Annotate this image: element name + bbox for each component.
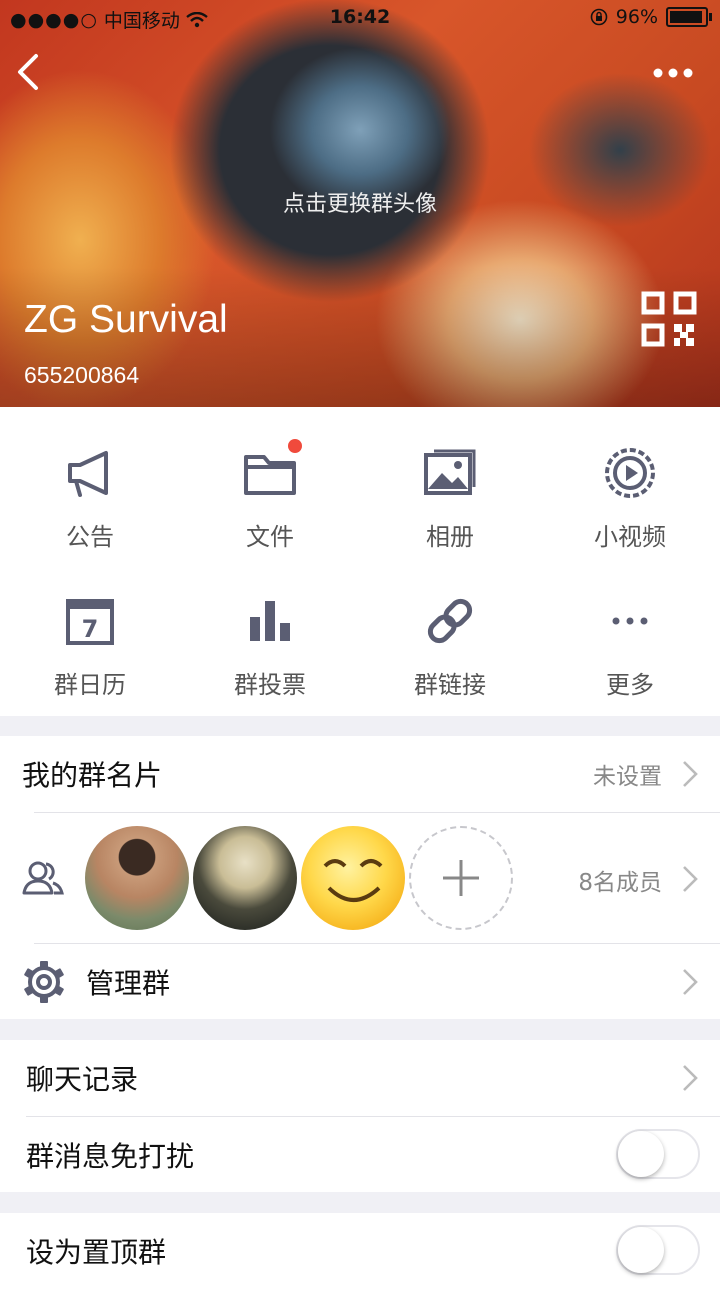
bar-chart-icon [250, 601, 290, 641]
my-card-label: 我的群名片 [22, 759, 163, 792]
battery-icon [666, 7, 712, 27]
megaphone-icon [68, 451, 108, 497]
gear-icon [24, 961, 64, 1003]
pin-label: 设为置顶群 [26, 1236, 167, 1269]
members-icon [22, 861, 64, 895]
announcement-button[interactable]: 公告 [0, 427, 180, 567]
my-card-value: 未设置 [593, 764, 662, 790]
announcement-label: 公告 [66, 523, 114, 551]
member-avatar[interactable] [301, 826, 405, 930]
folder-icon [244, 455, 296, 495]
member-avatar[interactable] [85, 826, 189, 930]
mute-row: 群消息免打扰 [0, 1117, 720, 1192]
pin-card: 设为置顶群 [0, 1213, 720, 1293]
short-video-label: 小视频 [594, 523, 666, 551]
rotation-lock-icon [590, 8, 608, 26]
chat-history-row[interactable]: 聊天记录 [0, 1040, 720, 1116]
calendar-label: 群日历 [54, 671, 126, 699]
change-avatar-hint[interactable]: 点击更换群头像 [0, 186, 720, 218]
link-icon [427, 598, 473, 644]
feature-grid: 公告 文件 相册 小视频 7 群日历 群投票 群链接 更多 [0, 407, 720, 716]
group-info-card: 我的群名片 未设置 8名成员 管理群 [0, 736, 720, 1019]
member-count: 8名成员 [578, 870, 662, 896]
group-id: 655200864 [24, 362, 140, 388]
chat-history-label: 聊天记录 [26, 1063, 139, 1096]
calendar-icon: 7 [66, 599, 114, 645]
album-button[interactable]: 相册 [360, 427, 540, 567]
files-icon-wrap [242, 439, 302, 501]
add-member-button[interactable] [409, 826, 513, 930]
vote-button[interactable]: 群投票 [180, 575, 360, 715]
toggle-knob [618, 1131, 664, 1177]
manage-group-label: 管理群 [86, 966, 171, 1000]
manage-group-row[interactable]: 管理群 [0, 944, 720, 1019]
mute-toggle[interactable] [616, 1129, 700, 1179]
mute-label: 群消息免打扰 [26, 1139, 195, 1173]
album-icon [424, 449, 476, 495]
chevron-right-icon [683, 1065, 698, 1091]
chevron-right-icon [683, 968, 698, 995]
more-features-label: 更多 [606, 671, 654, 699]
short-video-button[interactable]: 小视频 [540, 427, 720, 567]
calendar-day: 7 [82, 615, 99, 643]
group-link-button[interactable]: 群链接 [360, 575, 540, 715]
vote-label: 群投票 [234, 671, 306, 699]
group-name: ZG Survival [24, 298, 228, 341]
chat-settings-card: 聊天记录 群消息免打扰 [0, 1040, 720, 1192]
chevron-right-icon [683, 761, 698, 787]
toggle-knob [618, 1227, 664, 1273]
pin-toggle[interactable] [616, 1225, 700, 1275]
video-play-icon [605, 448, 655, 498]
battery-percent: 96% [615, 6, 658, 28]
member-avatar[interactable] [193, 826, 297, 930]
calendar-button[interactable]: 7 群日历 [0, 575, 180, 715]
chevron-right-icon [683, 866, 698, 892]
qr-code-button[interactable] [640, 290, 698, 348]
pin-row: 设为置顶群 [0, 1213, 720, 1289]
files-label: 文件 [246, 523, 294, 551]
group-avatar-banner[interactable]: ●●●●○ 中国移动 16:42 96% 点击更换群头像 ZG Survival… [0, 0, 720, 407]
back-button[interactable] [14, 52, 54, 92]
album-label: 相册 [426, 523, 474, 551]
my-card-row[interactable]: 我的群名片 未设置 [0, 736, 720, 812]
plus-icon [443, 860, 479, 896]
status-bar: ●●●●○ 中国移动 16:42 96% [0, 0, 720, 38]
unread-dot [288, 439, 302, 453]
more-features-button[interactable]: 更多 [540, 575, 720, 715]
group-link-label: 群链接 [414, 671, 486, 699]
smiley-face [323, 859, 383, 902]
ellipsis-icon [612, 617, 648, 625]
more-options-button[interactable] [648, 58, 698, 88]
files-button[interactable]: 文件 [180, 427, 360, 567]
members-row[interactable]: 8名成员 [0, 813, 720, 943]
